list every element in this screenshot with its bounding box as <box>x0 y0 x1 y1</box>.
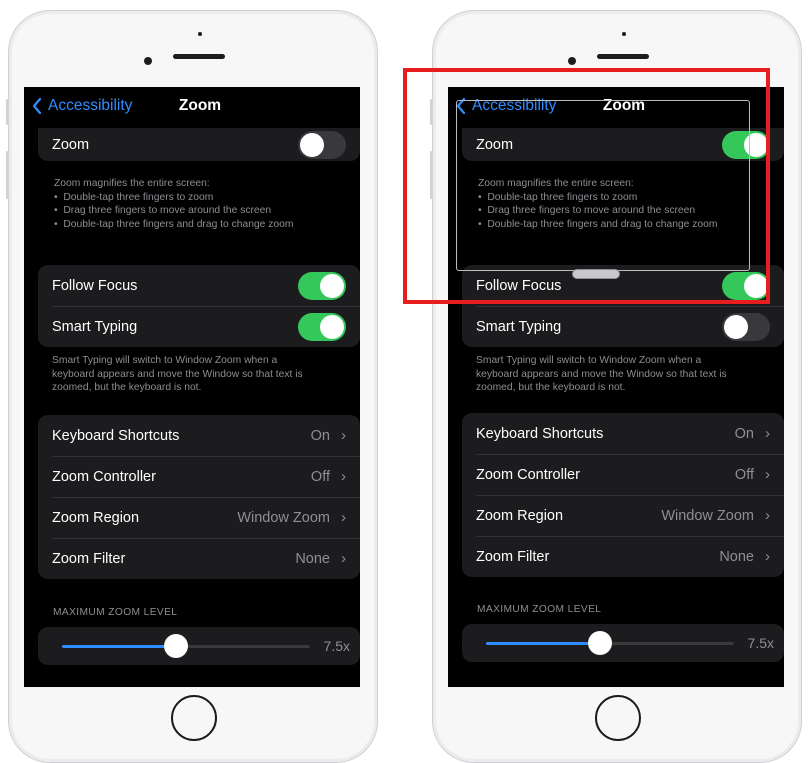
zoom-region-label: Zoom Region <box>52 509 140 526</box>
home-button[interactable] <box>595 695 641 741</box>
page-title: Zoom <box>178 97 222 114</box>
keyboard-shortcuts-row[interactable]: Keyboard Shortcuts On › <box>38 415 360 456</box>
home-button[interactable] <box>171 695 217 741</box>
highlight-box <box>403 68 770 304</box>
follow-focus-label: Follow Focus <box>52 277 138 294</box>
smart-typing-note-line: Smart Typing will switch to Window Zoom … <box>52 355 278 366</box>
follow-focus-row[interactable]: Follow Focus <box>38 265 360 306</box>
keyboard-shortcuts-label: Keyboard Shortcuts <box>52 427 180 444</box>
chevron-right-icon: › <box>765 507 770 524</box>
zoom-filter-label: Zoom Filter <box>52 550 126 567</box>
zoom-controller-row[interactable]: Zoom Controller Off › <box>462 454 784 495</box>
chevron-right-icon: › <box>341 427 346 444</box>
zoom-controller-value: Off <box>734 466 754 483</box>
zoom-group: Zoom <box>38 128 360 161</box>
max-zoom-group: 7.5x <box>462 624 784 662</box>
zoom-label: Zoom <box>52 136 90 153</box>
chevron-right-icon: › <box>765 425 770 442</box>
smart-typing-note-line: zoomed, but the keyboard is not. <box>52 382 202 393</box>
smart-typing-row[interactable]: Smart Typing <box>462 306 784 347</box>
smart-typing-label: Smart Typing <box>476 318 562 335</box>
zoom-filter-label: Zoom Filter <box>476 548 550 565</box>
zoom-toggle[interactable] <box>298 130 346 159</box>
zoom-region-value: Window Zoom <box>661 507 754 524</box>
max-zoom-value: 7.5x <box>747 635 774 651</box>
mute-switch <box>6 99 9 125</box>
nav-bar: Accessibility Zoom <box>24 87 360 127</box>
zoom-filter-row[interactable]: Zoom Filter None › <box>462 536 784 577</box>
smart-typing-note-line: keyboard appears and move the Window so … <box>52 368 303 380</box>
zoom-controller-label: Zoom Controller <box>52 468 156 485</box>
zoom-region-label: Zoom Region <box>476 507 564 524</box>
max-zoom-slider[interactable] <box>486 631 734 655</box>
keyboard-shortcuts-row[interactable]: Keyboard Shortcuts On › <box>462 413 784 454</box>
zoom-description-item: Drag three fingers to move around the sc… <box>63 205 272 216</box>
zoom-description-item: Double-tap three fingers and drag to cha… <box>63 218 294 230</box>
settings-group: Keyboard Shortcuts On › Zoom Controller … <box>462 413 784 577</box>
zoom-row[interactable]: Zoom <box>38 128 360 161</box>
chevron-right-icon: › <box>765 548 770 565</box>
zoom-filter-value: None <box>295 550 330 567</box>
smart-typing-toggle[interactable] <box>298 312 346 341</box>
smart-typing-description: Smart Typing will switch to Window Zoom … <box>476 354 776 395</box>
front-camera <box>144 57 152 65</box>
zoom-description: Zoom magnifies the entire screen: • Doub… <box>54 177 354 231</box>
chevron-right-icon: › <box>341 509 346 526</box>
front-camera <box>568 57 576 65</box>
zoom-controller-label: Zoom Controller <box>476 466 580 483</box>
max-zoom-header: MAXIMUM ZOOM LEVEL <box>477 604 602 615</box>
zoom-filter-value: None <box>719 548 754 565</box>
chevron-right-icon: › <box>341 468 346 485</box>
slider-fill <box>486 642 601 645</box>
smart-typing-row[interactable]: Smart Typing <box>38 306 360 347</box>
max-zoom-group: 7.5x <box>38 627 360 665</box>
slider-thumb[interactable] <box>164 634 189 658</box>
keyboard-shortcuts-value: On <box>310 427 330 444</box>
zoom-controller-row[interactable]: Zoom Controller Off › <box>38 456 360 497</box>
earpiece-speaker <box>173 54 225 59</box>
zoom-description-item: Double-tap three fingers to zoom <box>63 191 214 203</box>
zoom-filter-row[interactable]: Zoom Filter None › <box>38 538 360 579</box>
screen: Accessibility Zoom Zoom Zoom magnifies t… <box>24 87 360 687</box>
chevron-right-icon: › <box>341 550 346 567</box>
keyboard-shortcuts-label: Keyboard Shortcuts <box>476 425 604 442</box>
zoom-region-row[interactable]: Zoom Region Window Zoom › <box>38 497 360 538</box>
focus-group: Follow Focus Smart Typing <box>38 265 360 347</box>
smart-typing-note-line: zoomed, but the keyboard is not. <box>476 382 626 393</box>
slider-thumb[interactable] <box>588 631 613 655</box>
smart-typing-description: Smart Typing will switch to Window Zoom … <box>52 354 352 395</box>
zoom-controller-value: Off <box>310 468 330 485</box>
volume-up-button <box>6 151 9 199</box>
max-zoom-value: 7.5x <box>323 638 350 654</box>
max-zoom-slider[interactable] <box>62 634 310 658</box>
slider-fill <box>62 645 177 648</box>
keyboard-shortcuts-value: On <box>734 425 754 442</box>
phone-left: Accessibility Zoom Zoom Zoom magnifies t… <box>6 10 378 763</box>
front-sensor <box>198 32 202 36</box>
smart-typing-note-line: keyboard appears and move the Window so … <box>476 368 727 380</box>
smart-typing-toggle[interactable] <box>722 312 770 341</box>
smart-typing-note-line: Smart Typing will switch to Window Zoom … <box>476 355 702 366</box>
zoom-description-heading: Zoom magnifies the entire screen: <box>54 178 210 189</box>
zoom-region-value: Window Zoom <box>237 509 330 526</box>
earpiece-speaker <box>597 54 649 59</box>
settings-group: Keyboard Shortcuts On › Zoom Controller … <box>38 415 360 579</box>
follow-focus-toggle[interactable] <box>298 271 346 300</box>
chevron-right-icon: › <box>765 466 770 483</box>
smart-typing-label: Smart Typing <box>52 318 138 335</box>
max-zoom-header: MAXIMUM ZOOM LEVEL <box>53 607 178 618</box>
front-sensor <box>622 32 626 36</box>
zoom-region-row[interactable]: Zoom Region Window Zoom › <box>462 495 784 536</box>
